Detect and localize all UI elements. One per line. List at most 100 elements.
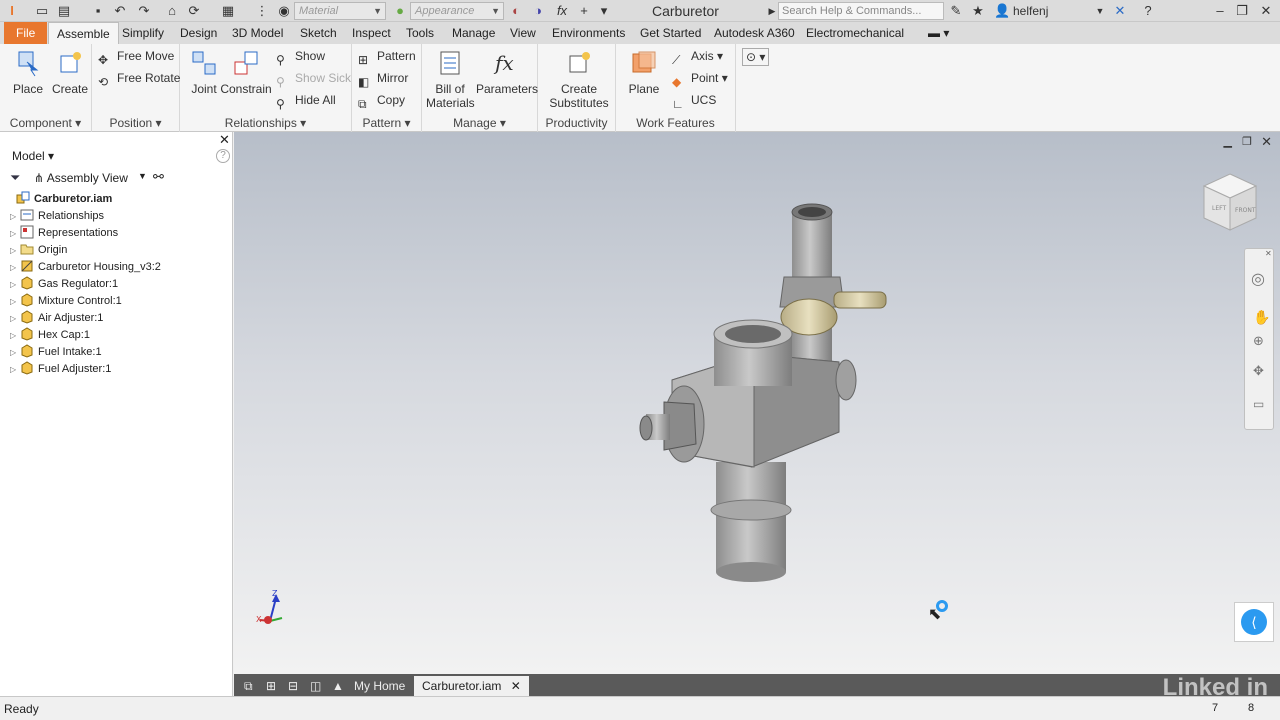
- user-icon[interactable]: 👤: [994, 3, 1010, 19]
- tree-item[interactable]: ▷ Representations: [10, 225, 118, 242]
- fx-icon[interactable]: fx: [554, 3, 570, 19]
- point-button[interactable]: ◆ Point ▾: [672, 68, 728, 89]
- color-icon[interactable]: ◉: [276, 3, 292, 19]
- carburetor-model[interactable]: [634, 192, 914, 592]
- filter-icon[interactable]: ⏷: [10, 170, 20, 186]
- measure-icon[interactable]: ⋮: [254, 3, 270, 19]
- help-circle-icon[interactable]: ?: [216, 149, 230, 163]
- create-substitutes-button[interactable]: Create Substitutes: [546, 48, 612, 110]
- pattern-button[interactable]: ⊞ Pattern: [358, 46, 416, 67]
- free-rotate-button[interactable]: ⟲ Free Rotate: [98, 68, 180, 89]
- manage-panel-label[interactable]: Manage ▾: [422, 116, 537, 130]
- update-icon[interactable]: ⟳: [186, 3, 202, 19]
- open-icon[interactable]: ▤: [56, 3, 72, 19]
- orbit-icon[interactable]: ✥: [1253, 363, 1264, 379]
- pan-icon[interactable]: ✋: [1253, 309, 1270, 326]
- tab-design[interactable]: Design: [172, 22, 225, 44]
- viewport-restore-icon[interactable]: ❐: [1242, 135, 1252, 148]
- expand-arrow-icon[interactable]: ▷: [10, 361, 20, 378]
- viewcube[interactable]: LEFT FRONT: [1200, 172, 1260, 234]
- tab-view[interactable]: View: [502, 22, 544, 44]
- tab-file[interactable]: File: [4, 22, 48, 44]
- cascade-icon[interactable]: ⧉: [236, 676, 261, 696]
- viewport-minimize-icon[interactable]: ▁: [1224, 135, 1232, 148]
- help-icon[interactable]: ?: [1140, 3, 1156, 19]
- bill-of-materials-button[interactable]: Bill of Materials: [426, 48, 475, 110]
- position-panel-label[interactable]: Position ▾: [92, 116, 179, 130]
- tree-item[interactable]: ▷ Mixture Control:1: [10, 293, 122, 310]
- tree-item[interactable]: ▷ Air Adjuster:1: [10, 310, 103, 327]
- ucs-button[interactable]: ∟ UCS: [672, 90, 716, 111]
- tab-simplify[interactable]: Simplify: [114, 22, 172, 44]
- copy-button[interactable]: ⧉ Copy: [358, 90, 405, 111]
- appearance-dropdown[interactable]: Appearance ▼: [410, 2, 504, 20]
- adjust-icon[interactable]: ◑: [530, 3, 546, 19]
- restore-button[interactable]: ❐: [1230, 2, 1254, 20]
- minimize-button[interactable]: –: [1208, 2, 1232, 20]
- tree-root[interactable]: Carburetor.iam: [16, 191, 112, 208]
- inventor-logo-icon[interactable]: I: [4, 3, 20, 19]
- axis-button[interactable]: ⟋ Axis ▾: [672, 46, 723, 67]
- tree-item[interactable]: ▷ Relationships: [10, 208, 104, 225]
- expand-arrow-icon[interactable]: ▷: [10, 242, 20, 259]
- user-name[interactable]: helfenj: [1013, 4, 1048, 18]
- show-sick-button[interactable]: ⚲ Show Sick: [276, 68, 351, 89]
- expand-arrow-icon[interactable]: ▷: [10, 276, 20, 293]
- tree-item[interactable]: ▷ Carburetor Housing_v3:2: [10, 259, 161, 276]
- mirror-button[interactable]: ◧ Mirror: [358, 68, 408, 89]
- doc-tab-my-home[interactable]: My Home: [346, 676, 413, 696]
- navbar-close-icon[interactable]: ✕: [1265, 249, 1272, 258]
- component-panel-label[interactable]: Component ▾: [0, 116, 91, 130]
- graphics-viewport[interactable]: ▁ ❐ ✕ LEFT FRONT ✕ ◎ ✋ ⊕ ✥ ▭ Z X ⬉ ⟨: [234, 132, 1280, 674]
- tab-environments[interactable]: Environments: [544, 22, 633, 44]
- sign-icon[interactable]: ✎: [948, 3, 964, 19]
- doc-tab-carburetor[interactable]: Carburetor.iam ✕: [414, 676, 529, 696]
- show-button[interactable]: ⚲ Show: [276, 46, 325, 67]
- home-icon[interactable]: ⌂: [164, 3, 180, 19]
- clear-appearance-icon[interactable]: ◐: [508, 3, 524, 19]
- find-icon[interactable]: ⚯: [153, 169, 164, 185]
- new-icon[interactable]: ▭: [34, 3, 50, 19]
- place-button[interactable]: Place: [8, 48, 48, 96]
- tab-manage[interactable]: Manage: [444, 22, 503, 44]
- tree-item[interactable]: ▷ Origin: [10, 242, 67, 259]
- tab-electromechanical[interactable]: Electromechanical: [798, 22, 912, 44]
- tab-3d-model[interactable]: 3D Model: [224, 22, 291, 44]
- tree-item[interactable]: ▷ Hex Cap:1: [10, 327, 90, 344]
- zoom-icon[interactable]: ⊕: [1253, 333, 1264, 349]
- view-dropdown-arrow-icon[interactable]: ▼: [138, 171, 147, 181]
- user-dropdown-icon[interactable]: ▼: [1092, 3, 1108, 19]
- relationships-panel-label[interactable]: Relationships ▾: [180, 116, 351, 130]
- tab-sketch[interactable]: Sketch: [292, 22, 345, 44]
- assembly-view-dropdown[interactable]: ⋔ Assembly View: [34, 171, 128, 185]
- close-window-button[interactable]: ✕: [1254, 2, 1278, 20]
- plane-button[interactable]: Plane: [624, 48, 664, 96]
- expand-arrow-icon[interactable]: ▷: [10, 259, 20, 276]
- tab-inspect[interactable]: Inspect: [344, 22, 399, 44]
- select-icon[interactable]: ▦: [220, 3, 236, 19]
- look-at-icon[interactable]: ▭: [1253, 397, 1264, 411]
- customize-icon[interactable]: ▾: [596, 3, 612, 19]
- share-view-button[interactable]: ⟨: [1234, 602, 1274, 642]
- create-button[interactable]: Create: [50, 48, 90, 96]
- expand-arrow-icon[interactable]: ▷: [10, 225, 20, 242]
- tab-get-started[interactable]: Get Started: [632, 22, 709, 44]
- tab-assemble[interactable]: Assemble: [48, 22, 119, 44]
- viewport-close-icon[interactable]: ✕: [1261, 134, 1272, 150]
- tree-item[interactable]: ▷ Gas Regulator:1: [10, 276, 118, 293]
- constrain-button[interactable]: Constrain: [220, 48, 272, 96]
- tab-overflow-icon[interactable]: ▬ ▾: [920, 22, 957, 44]
- plus-icon[interactable]: +: [576, 3, 592, 19]
- tab-autodesk-a360[interactable]: Autodesk A360: [706, 22, 803, 44]
- panel-options-button[interactable]: ⊙ ▾: [742, 48, 770, 66]
- search-input[interactable]: Search Help & Commands...: [778, 2, 944, 20]
- close-browser-icon[interactable]: ✕: [219, 132, 230, 148]
- redo-icon[interactable]: ↷: [136, 3, 152, 19]
- tree-item[interactable]: ▷ Fuel Adjuster:1: [10, 361, 111, 378]
- expand-arrow-icon[interactable]: ▷: [10, 344, 20, 361]
- steering-wheel-icon[interactable]: ◎: [1251, 269, 1265, 289]
- expand-arrow-icon[interactable]: ▷: [10, 327, 20, 344]
- expand-arrow-icon[interactable]: ▷: [10, 293, 20, 310]
- joint-button[interactable]: Joint: [184, 48, 224, 96]
- doc-tab-close-icon[interactable]: ✕: [511, 679, 521, 693]
